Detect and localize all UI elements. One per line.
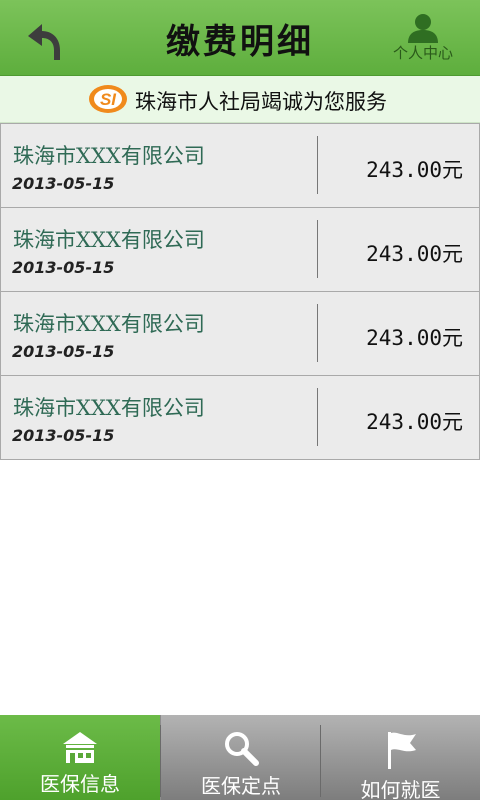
banner-text: 珠海市人社局竭诚为您服务 (135, 90, 387, 114)
bottom-tab-bar: 医保信息 医保定点 如何就医 (0, 715, 480, 802)
tab-medical-info[interactable]: 医保信息 (0, 715, 160, 800)
header-bar: 缴费明细 个人中心 (0, 0, 480, 76)
row-divider (317, 136, 318, 194)
payment-amount: 243.00元 (366, 410, 463, 434)
tab-how-to-see-doctor[interactable]: 如何就医 (321, 715, 480, 802)
company-name: 珠海市XXX有限公司 (13, 228, 205, 252)
magnifier-icon (225, 732, 259, 766)
payment-row[interactable]: 珠海市XXX有限公司 2013-05-15 243.00元 (0, 292, 480, 376)
tab-label: 如何就医 (360, 778, 441, 802)
payment-row[interactable]: 珠海市XXX有限公司 2013-05-15 243.00元 (0, 123, 480, 208)
company-name: 珠海市XXX有限公司 (13, 144, 205, 168)
tab-label: 医保信息 (40, 772, 120, 796)
flag-icon (387, 732, 416, 769)
personal-center-label: 个人中心 (392, 44, 453, 62)
payment-amount: 243.00元 (366, 326, 463, 350)
payment-row[interactable]: 珠海市XXX有限公司 2013-05-15 243.00元 (0, 376, 480, 460)
si-logo-icon: SI (89, 85, 127, 113)
payment-list: 珠海市XXX有限公司 2013-05-15 243.00元 珠海市XXX有限公司… (0, 123, 480, 460)
payment-date: 2013-05-15 (12, 174, 115, 193)
company-name: 珠海市XXX有限公司 (13, 396, 205, 420)
personal-center-button[interactable]: 个人中心 (378, 10, 468, 70)
payment-amount: 243.00元 (366, 158, 463, 182)
row-divider (317, 304, 318, 362)
payment-amount: 243.00元 (366, 242, 463, 266)
row-divider (317, 220, 318, 278)
row-divider (317, 388, 318, 446)
si-logo-text: SI (100, 90, 117, 109)
tab-label: 医保定点 (201, 774, 281, 798)
person-icon (408, 14, 438, 43)
tab-designated-points[interactable]: 医保定点 (161, 715, 321, 800)
payment-date: 2013-05-15 (12, 426, 115, 445)
payment-date: 2013-05-15 (12, 258, 115, 277)
payment-row[interactable]: 珠海市XXX有限公司 2013-05-15 243.00元 (0, 208, 480, 292)
payment-date: 2013-05-15 (12, 342, 115, 361)
house-icon (63, 732, 97, 763)
company-name: 珠海市XXX有限公司 (13, 312, 205, 336)
